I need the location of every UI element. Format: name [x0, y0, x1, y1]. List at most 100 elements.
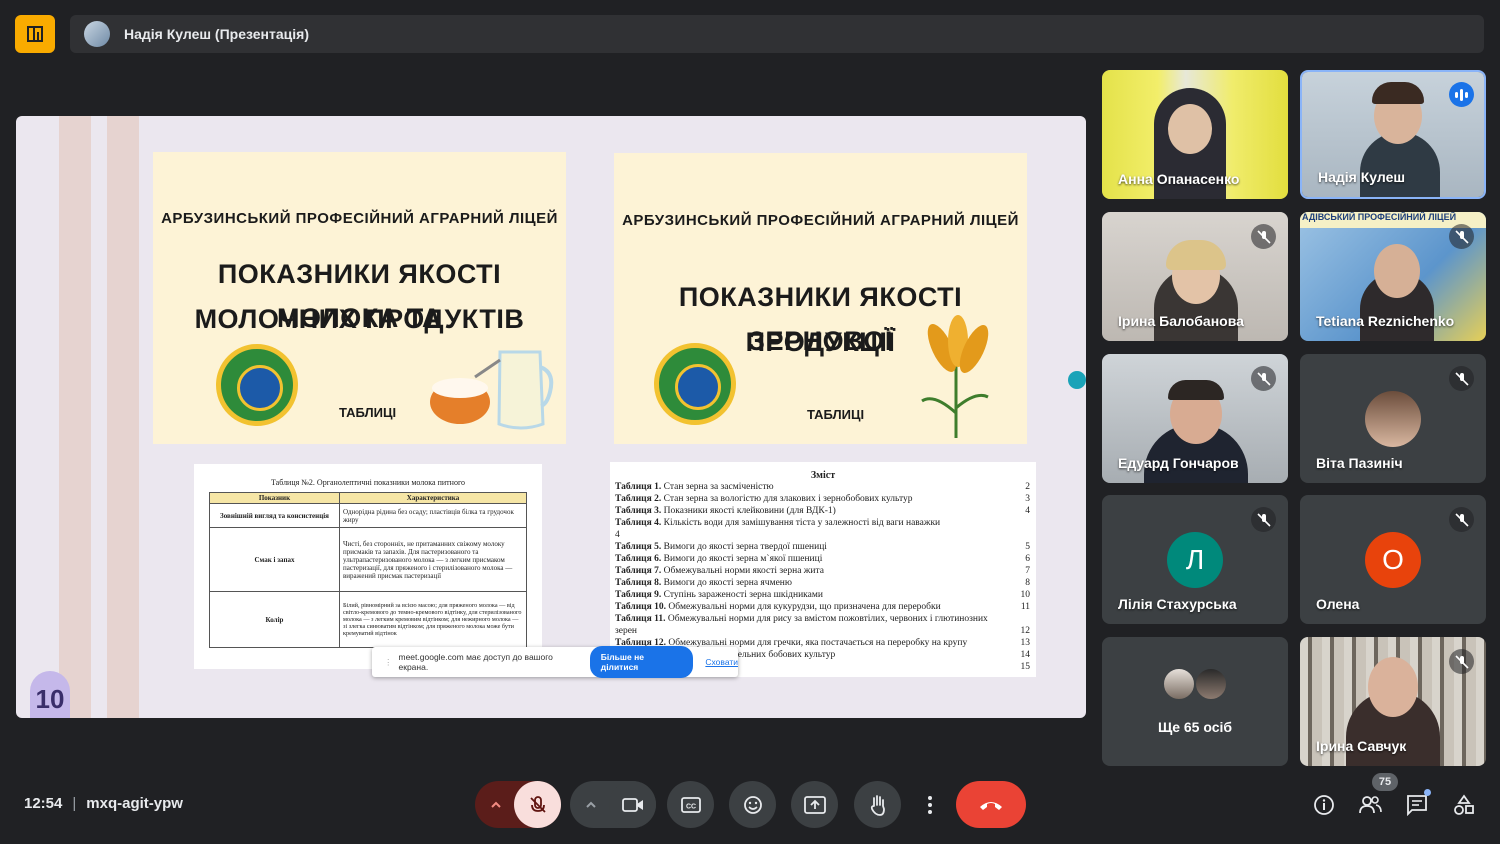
slide-stripe — [59, 116, 91, 718]
participant-name: Віта Пазиніч — [1316, 455, 1403, 471]
participant-name: Анна Опанасенко — [1118, 171, 1240, 187]
participant-tile[interactable]: Ірина Балобанова — [1102, 212, 1288, 341]
separator: | — [72, 795, 77, 812]
present-screen-button[interactable] — [791, 781, 838, 828]
toc-row-page: 6 — [1025, 554, 1030, 564]
milk-jug-icon — [430, 350, 554, 430]
person-face — [1374, 244, 1420, 298]
presenter-label: Надія Кулеш (Презентація) — [124, 26, 309, 42]
toc-row-page: 14 — [1020, 650, 1031, 660]
table-header: Характеристика — [339, 492, 527, 504]
participant-avatar — [1162, 667, 1196, 701]
meeting-info: 12:54 | mxq-agit-ypw — [24, 795, 183, 812]
raise-hand-button[interactable] — [854, 781, 901, 828]
mic-off-icon — [1251, 366, 1276, 391]
more-participants-tile[interactable]: Ще 65 осіб — [1102, 637, 1288, 766]
presenter-bar[interactable]: Надія Кулеш (Презентація) — [70, 15, 1484, 53]
hide-notice-link[interactable]: Сховати — [705, 657, 738, 667]
more-participants-label: Ще 65 осіб — [1157, 719, 1233, 735]
toc-row-page: 4 — [1025, 506, 1030, 516]
toc-row-text: Таблиця 8. Вимоги до якості зерна ячменю — [615, 577, 1014, 589]
toc-row: Таблиця 2. Стан зерна за вологістю для з… — [610, 493, 1036, 505]
clock-time: 12:54 — [24, 795, 63, 812]
screen-share-notice: ⋮ meet.google.com має доступ до вашого е… — [372, 646, 738, 678]
participant-avatar — [1194, 667, 1228, 701]
participant-name: Едуард Гончаров — [1118, 455, 1239, 471]
mic-off-icon — [1449, 649, 1474, 674]
person-hair — [1372, 82, 1424, 104]
notification-dot — [1424, 789, 1431, 796]
toc-row-text: Таблиця 1. Стан зерна за засміченістю — [615, 481, 1014, 493]
present-icon — [803, 795, 826, 814]
participant-tile-active[interactable]: Надія Кулеш — [1300, 70, 1486, 199]
more-options-button[interactable] — [915, 781, 945, 828]
toc-row: Таблиця 8. Вимоги до якості зерна ячменю… — [610, 577, 1036, 589]
toc-row-text: Таблиця 9. Ступінь зараженості зерна шкі… — [615, 589, 1014, 601]
participant-tile[interactable]: Ірина Савчук — [1300, 637, 1486, 766]
activities-button[interactable] — [1452, 793, 1476, 817]
emoji-icon — [743, 795, 762, 814]
chevron-up-icon[interactable] — [584, 798, 598, 812]
leave-call-button[interactable] — [956, 781, 1026, 828]
participant-tile[interactable]: Л Лілія Стахурська — [1102, 495, 1288, 624]
speaking-indicator-icon — [1449, 82, 1474, 107]
slide-card-milk: АРБУЗИНСЬКИЙ ПРОФЕСІЙНИЙ АГРАРНИЙ ЛІЦЕЙ … — [153, 152, 566, 444]
table-cell: Однорідна рідина без осаду; пластівців б… — [339, 503, 527, 528]
drag-handle-icon[interactable]: ⋮ — [384, 657, 393, 668]
wheat-icon — [921, 315, 989, 438]
toc-row-title: Вимоги до якості зерна твердої пшениці — [663, 542, 827, 552]
toc-row: Таблиця 4. Кількість води для замішуванн… — [610, 517, 1036, 529]
mic-off-icon — [1251, 507, 1276, 532]
more-vertical-icon — [928, 795, 932, 814]
toc-row-label: Таблиця 4. — [615, 518, 662, 528]
toc-row-page — [1014, 529, 1030, 541]
toc-row-title: Показники якості клейковини (для ВДК-1) — [663, 506, 836, 516]
people-icon — [1359, 796, 1382, 814]
mic-off-icon — [1449, 224, 1474, 249]
table-cell: Чисті, без сторонніх, не притаманних сві… — [339, 527, 527, 592]
camera-toggle-button[interactable] — [609, 781, 656, 828]
chat-button[interactable] — [1405, 789, 1431, 817]
participant-tile[interactable]: Віта Пазиніч — [1300, 354, 1486, 483]
toc-row-text: Таблиця 5. Вимоги до якості зерна твердо… — [615, 541, 1014, 553]
toc-row-page — [1014, 613, 1030, 625]
table-row: Колір Білий, рівномірний за всією масою;… — [209, 591, 527, 648]
table-cell: Зовнішній вигляд та консистенція — [209, 503, 340, 528]
participant-tile[interactable]: Анна Опанасенко — [1102, 70, 1288, 199]
mic-off-icon — [1449, 507, 1474, 532]
meet-logo-button[interactable] — [15, 15, 55, 53]
toc-row-text: Таблиця 7. Обмежувальні норми якості зер… — [615, 565, 1014, 577]
toc-row-label: Таблиця 6. — [615, 554, 662, 564]
toc-row-page: 10 — [1020, 590, 1031, 600]
toc-row-label: Таблиця 5. — [615, 542, 662, 552]
toc-row: Таблиця 6. Вимоги до якості зерна м`якої… — [610, 553, 1036, 565]
toc-row-text: Таблиця 10. Обмежувальні норми для кукур… — [615, 601, 1014, 613]
reactions-button[interactable] — [729, 781, 776, 828]
toc-row-title: Кількість води для замішування тіста у з… — [663, 518, 941, 528]
toc-row-text: 4 — [615, 529, 1014, 541]
end-call-icon — [980, 801, 1002, 810]
toc-row-page: 12 — [1020, 626, 1031, 636]
person-face — [1368, 657, 1418, 717]
toc-row-title: 4 — [615, 530, 620, 540]
school-emblem-icon — [216, 344, 298, 426]
toc-row-title: Стан зерна за засміченістю — [663, 482, 774, 492]
stop-sharing-button[interactable]: Більше не ділитися — [589, 646, 694, 678]
card-tables-label: ТАБЛИЦІ — [807, 407, 865, 422]
toc-row-label: Таблиця 9. — [615, 590, 662, 600]
participant-tile[interactable]: О Олена — [1300, 495, 1486, 624]
toc-list: Таблиця 1. Стан зерна за засміченістю 2 Та… — [610, 481, 1036, 673]
mic-toggle-button[interactable] — [514, 781, 561, 828]
meeting-details-button[interactable] — [1312, 793, 1336, 817]
toc-row-title: зерен — [615, 626, 638, 636]
mic-off-icon — [529, 795, 546, 813]
people-button[interactable] — [1358, 793, 1382, 817]
chevron-up-icon[interactable] — [489, 798, 503, 812]
participant-tile[interactable]: АДІВСЬКИЙ ПРОФЕСІЙНИЙ ЛІЦЕЙ Tetiana Rezn… — [1300, 212, 1486, 341]
toc-row: Таблиця 7. Обмежувальні норми якості зер… — [610, 565, 1036, 577]
card-school-name: АРБУЗИНСЬКИЙ ПРОФЕСІЙНИЙ АГРАРНИЙ ЛІЦЕЙ — [622, 212, 1019, 229]
captions-button[interactable]: CC — [667, 781, 714, 828]
document-milk-table: Таблиця №2. Органолептичні показники мол… — [194, 464, 542, 669]
slide-card-grain: АРБУЗИНСЬКИЙ ПРОФЕСІЙНИЙ АГРАРНИЙ ЛІЦЕЙ … — [614, 153, 1027, 444]
participant-tile[interactable]: Едуард Гончаров — [1102, 354, 1288, 483]
